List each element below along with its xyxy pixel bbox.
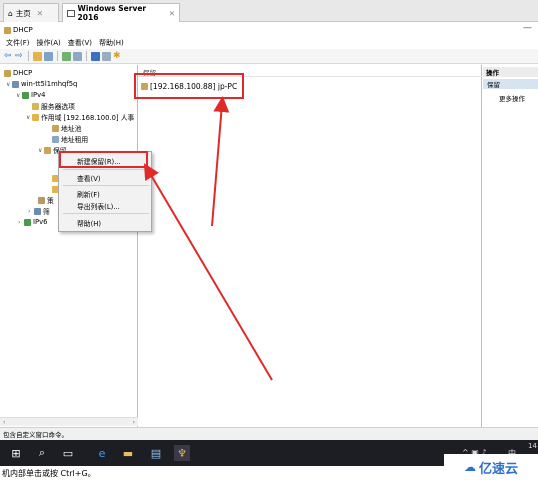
windows-start-icon[interactable]: ⊞ <box>8 445 24 461</box>
edge-icon[interactable]: e <box>94 445 110 461</box>
clock[interactable]: 14 <box>528 442 537 450</box>
server-manager-icon[interactable]: ▤ <box>148 445 164 461</box>
cloud-logo-icon: ☁ <box>463 460 476 474</box>
task-view-icon[interactable]: ▭ <box>60 445 76 461</box>
watermark-logo: ☁ 亿速云 <box>444 454 538 480</box>
arrow-to-menu-item <box>143 163 273 381</box>
file-explorer-icon[interactable]: ▬ <box>120 445 136 461</box>
annotation-arrows <box>143 96 273 381</box>
watermark-text: 亿速云 <box>478 461 518 477</box>
dhcp-taskbar-icon[interactable]: ♆ <box>174 445 190 461</box>
status-bar: 包含自定义窗口命令。 <box>0 427 538 440</box>
arrow-to-reservation <box>211 96 230 227</box>
search-icon[interactable]: ⌕ <box>34 445 50 461</box>
